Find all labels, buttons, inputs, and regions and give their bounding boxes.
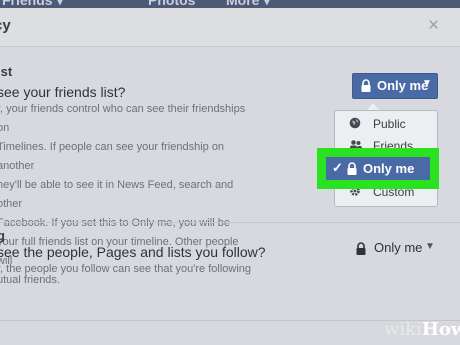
audience-selector-button[interactable]: Only me ▼ [352, 73, 438, 99]
menu-item-only-me[interactable]: ✓ Only me [326, 157, 430, 180]
lock-icon [346, 162, 358, 178]
chevron-down-icon: ▼ [425, 241, 435, 252]
dialog-header: cy × [0, 8, 460, 47]
section-following-question: see the people, Pages and lists you foll… [0, 244, 266, 260]
lock-icon [360, 79, 372, 95]
section-friends-list-question: see your friends list? [0, 84, 126, 100]
top-navigation: Friends ▾ Photos More ▾ [0, 0, 460, 8]
menu-item-public[interactable]: Public [335, 113, 437, 135]
dialog-title: cy [0, 17, 11, 34]
globe-icon [349, 117, 361, 132]
section-following-description: r, the people you follow can see that yo… [0, 263, 252, 275]
wikihow-watermark: wikiHow [384, 319, 460, 340]
section-divider [0, 222, 460, 223]
chevron-down-icon: ▼ [422, 78, 432, 89]
section-friends-list-heading: ist [0, 64, 13, 79]
menu-item-label: Public [373, 117, 406, 131]
nav-item-photos[interactable]: Photos [148, 0, 195, 8]
section-following-heading: g [0, 228, 5, 243]
lock-icon [355, 242, 367, 258]
menu-item-label: Only me [363, 161, 415, 176]
nav-item-friends[interactable]: Friends ▾ [2, 0, 63, 8]
close-icon[interactable]: × [428, 15, 439, 37]
follow-audience-label: Only me [374, 240, 423, 255]
checkmark-icon: ✓ [332, 160, 343, 175]
audience-selector-label: Only me [377, 78, 429, 93]
highlight-box: ✓ Only me [317, 148, 439, 189]
nav-item-more[interactable]: More ▾ [226, 0, 270, 8]
